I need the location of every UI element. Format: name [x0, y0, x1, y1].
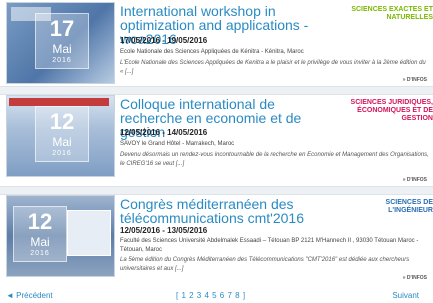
event-description: L'Ecole Nationale des Sciences Appliquée… [120, 60, 426, 75]
category-label[interactable]: SCIENCES JURIDIQUES, ÉCONOMIQUES ET DE G… [341, 99, 433, 123]
page-numbers[interactable]: [ 1 2 3 4 5 6 7 8 ] [176, 291, 246, 300]
category-label[interactable]: SCIENCES EXACTES ET NATURELLES [341, 6, 433, 22]
next-page-link[interactable]: Suivant [392, 291, 419, 300]
badge-year: 2016 [30, 250, 50, 257]
pagination: ◄ Précédent [ 1 2 3 4 5 6 7 8 ] Suivant [0, 287, 433, 303]
badge-day: 12 [27, 209, 53, 234]
event-description: Devenu désormais un rendez-vous incontou… [120, 152, 429, 167]
event-description: La 5ème édition du Congrès Méditerranéen… [120, 257, 410, 272]
event-venue: Ecole Nationale des Sciences Appliquées … [120, 49, 304, 55]
thumbnail-building [67, 210, 111, 256]
date-badge: 12 Mai 2016 [35, 106, 89, 162]
badge-month: Mai [30, 235, 50, 249]
event-dates: 12/05/2016 - 13/05/2016 [120, 226, 208, 235]
category-label[interactable]: SCIENCES DE L'INGÉNIEUR [341, 199, 433, 215]
event-thumbnail[interactable]: 12 Mai 2016 [6, 195, 115, 277]
more-info-link[interactable]: » D'INFOS [403, 177, 427, 183]
event-title-link[interactable]: Congrès méditerranéen des télécommunicat… [120, 197, 335, 225]
badge-year: 2016 [52, 150, 72, 157]
more-info-link[interactable]: » D'INFOS [403, 275, 427, 281]
event-thumbnail[interactable]: 17 Mai 2016 [6, 2, 115, 84]
event-dates: 12/05/2016 - 14/05/2016 [120, 128, 208, 137]
badge-month: Mai [52, 42, 72, 56]
event-dates: 17/05/2016 - 19/05/2016 [120, 36, 208, 45]
thumbnail-banner [9, 98, 109, 106]
badge-day: 17 [49, 16, 75, 41]
badge-year: 2016 [52, 57, 72, 64]
event-venue: Faculté des Sciences Université Abdelmal… [120, 238, 419, 253]
event-item: 12 Mai 2016 Colloque international de re… [0, 93, 433, 188]
event-thumbnail[interactable]: 12 Mai 2016 [6, 95, 115, 177]
event-item: 17 Mai 2016 International workshop in op… [0, 0, 433, 86]
date-badge: 17 Mai 2016 [35, 13, 89, 69]
badge-day: 12 [49, 109, 75, 134]
date-badge: 12 Mai 2016 [13, 206, 67, 262]
more-info-link[interactable]: » D'INFOS [403, 77, 427, 83]
event-item: 12 Mai 2016 Congrès méditerranéen des té… [0, 193, 433, 283]
badge-month: Mai [52, 135, 72, 149]
previous-page-link[interactable]: ◄ Précédent [6, 291, 53, 300]
event-venue: SAVOY le Grand Hôtel - Marrakech, Maroc [120, 141, 235, 147]
